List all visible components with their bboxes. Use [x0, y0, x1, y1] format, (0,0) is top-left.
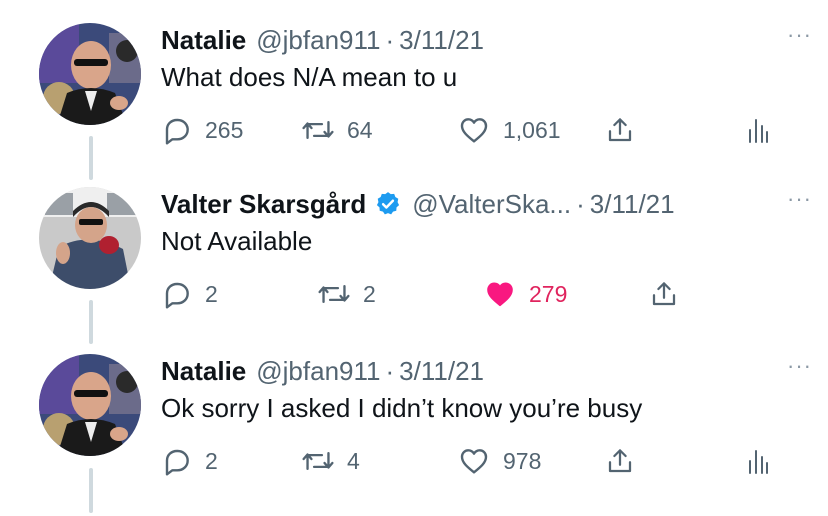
display-name[interactable]: Valter Skarsgård — [161, 189, 366, 220]
like-button[interactable]: 978 — [457, 441, 541, 481]
like-count: 1,061 — [503, 116, 561, 143]
reply-icon — [165, 282, 189, 309]
user-handle[interactable]: @jbfan911 — [256, 356, 380, 387]
avatar[interactable] — [39, 187, 141, 289]
share-icon — [608, 118, 632, 142]
reply-count: 2 — [205, 280, 218, 307]
reply-icon — [165, 118, 189, 145]
heart-icon — [460, 449, 488, 474]
valter-avatar-image — [39, 187, 141, 289]
reply-count: 2 — [205, 447, 218, 474]
natalie-avatar-image — [39, 23, 141, 125]
reply-icon — [165, 449, 189, 476]
reply-button[interactable]: 2 — [161, 441, 218, 481]
retweet-icon — [318, 284, 350, 304]
tweet[interactable]: Natalie @jbfan911 · 3/11/21 ··· What doe… — [0, 20, 828, 185]
tweet-text: Ok sorry I asked I didn’t know you’re bu… — [161, 393, 643, 423]
heart-icon — [460, 118, 488, 143]
retweet-count: 4 — [347, 447, 360, 474]
more-icon[interactable]: ··· — [787, 188, 812, 210]
tweet-header: Natalie @jbfan911 · 3/11/21 — [161, 351, 484, 391]
share-button[interactable] — [649, 274, 679, 314]
tweet[interactable]: Natalie @jbfan911 · 3/11/21 ··· Ok sorry… — [0, 351, 828, 516]
display-name[interactable]: Natalie — [161, 25, 246, 56]
tweet-header: Natalie @jbfan911 · 3/11/21 — [161, 20, 484, 60]
retweet-count: 64 — [347, 116, 373, 143]
tweet[interactable]: Valter Skarsgård @ValterSka... · 3/11/21… — [0, 184, 828, 349]
display-name[interactable]: Natalie — [161, 356, 246, 387]
tweet-actions: 2 2 279 — [161, 274, 781, 314]
analytics-icon — [749, 450, 768, 474]
like-count: 279 — [529, 280, 568, 307]
natalie-avatar-image — [39, 354, 141, 456]
tweet-date[interactable]: 3/11/21 — [590, 189, 675, 220]
tweet-text: What does N/A mean to u — [161, 62, 458, 92]
tweet-date[interactable]: 3/11/21 — [399, 356, 484, 387]
retweet-button[interactable]: 64 — [301, 110, 373, 150]
retweet-count: 2 — [363, 280, 376, 307]
reply-button[interactable]: 2 — [161, 274, 218, 314]
avatar[interactable] — [39, 354, 141, 456]
more-icon[interactable]: ··· — [787, 355, 812, 377]
separator-dot: · — [385, 24, 395, 55]
user-handle[interactable]: @jbfan911 — [256, 25, 380, 56]
user-handle[interactable]: @ValterSka... — [412, 189, 571, 220]
retweet-button[interactable]: 4 — [301, 441, 360, 481]
separator-dot: · — [385, 355, 395, 386]
tweet-text: Not Available — [161, 226, 313, 256]
share-icon — [608, 449, 632, 473]
avatar[interactable] — [39, 23, 141, 125]
retweet-button[interactable]: 2 — [317, 274, 376, 314]
retweet-icon — [302, 451, 334, 471]
like-count: 978 — [503, 447, 542, 474]
share-button[interactable] — [605, 110, 635, 150]
share-icon — [652, 282, 676, 306]
tweet-header: Valter Skarsgård @ValterSka... · 3/11/21 — [161, 184, 675, 224]
tweet-actions: 265 64 1,061 — [161, 110, 781, 150]
reply-count: 265 — [205, 116, 244, 143]
verified-badge-icon — [374, 190, 402, 218]
more-icon[interactable]: ··· — [787, 24, 812, 46]
tweet-date[interactable]: 3/11/21 — [399, 25, 484, 56]
analytics-button[interactable] — [747, 441, 769, 481]
separator-dot: · — [576, 188, 585, 219]
share-button[interactable] — [605, 441, 635, 481]
heart-icon — [487, 282, 513, 307]
reply-button[interactable]: 265 — [161, 110, 243, 150]
like-button[interactable]: 1,061 — [457, 110, 561, 150]
retweet-icon — [302, 120, 334, 140]
analytics-icon — [749, 119, 768, 143]
tweet-actions: 2 4 978 — [161, 441, 781, 481]
analytics-button[interactable] — [747, 110, 769, 150]
like-button[interactable]: 279 — [483, 274, 567, 314]
